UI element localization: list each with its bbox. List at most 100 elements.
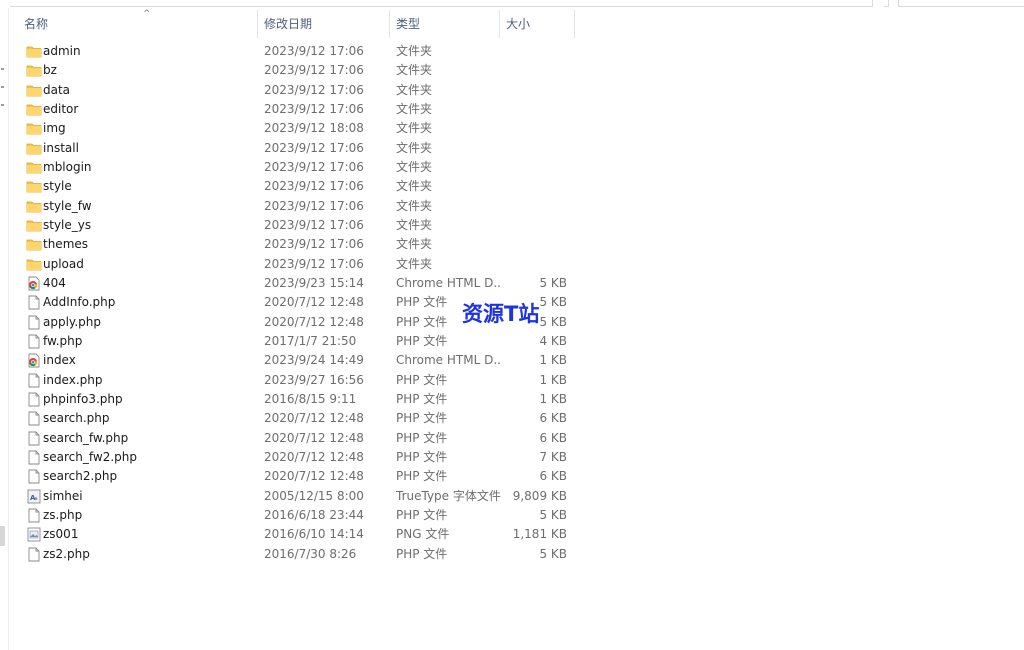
file-row[interactable]: search_fw2.php 2020/7/12 12:48 PHP 文件 7 KB bbox=[18, 448, 578, 467]
file-modified-date: 2023/9/12 17:06 bbox=[264, 82, 364, 97]
folder-icon bbox=[26, 121, 42, 136]
file-type: PHP 文件 bbox=[396, 546, 448, 561]
file-row[interactable]: fw.php 2017/1/7 21:50 PHP 文件 4 KB bbox=[18, 332, 578, 351]
file-row[interactable]: Aa simhei 2005/12/15 8:00 TrueType 字体文件 9,80… bbox=[18, 487, 578, 506]
column-header-name-label: 名称 bbox=[24, 17, 49, 31]
file-size: 5 KB bbox=[539, 546, 567, 561]
toolbar-divider bbox=[884, 0, 889, 7]
file-size: 5 KB bbox=[539, 507, 567, 522]
file-type: 文件夹 bbox=[396, 198, 433, 213]
file-row[interactable]: mblogin 2023/9/12 17:06 文件夹 bbox=[18, 158, 578, 177]
file-row[interactable]: bz 2023/9/12 17:06 文件夹 bbox=[18, 61, 578, 80]
file-type: PHP 文件 bbox=[396, 469, 448, 484]
file-size: 4 KB bbox=[539, 333, 567, 348]
file-row[interactable]: editor 2023/9/12 17:06 文件夹 bbox=[18, 100, 578, 119]
file-row[interactable]: 404 2023/9/23 15:14 Chrome HTML D... 5 KB bbox=[18, 274, 578, 293]
file-row[interactable]: img 2023/9/12 18:08 文件夹 bbox=[18, 119, 578, 138]
file-name: mblogin bbox=[43, 159, 92, 174]
file-type: PHP 文件 bbox=[396, 430, 448, 445]
file-name: search.php bbox=[43, 411, 110, 426]
file-modified-date: 2020/7/12 12:48 bbox=[264, 411, 364, 426]
file-type: PHP 文件 bbox=[396, 333, 448, 348]
file-type: 文件夹 bbox=[396, 101, 433, 116]
nav-expand-chevron-icon[interactable] bbox=[1, 86, 4, 88]
folder-icon bbox=[26, 63, 42, 78]
file-row[interactable]: style_fw 2023/9/12 17:06 文件夹 bbox=[18, 197, 578, 216]
file-name: zs.php bbox=[43, 507, 83, 522]
file-row[interactable]: install 2023/9/12 17:06 文件夹 bbox=[18, 139, 578, 158]
file-icon bbox=[26, 295, 42, 310]
folder-icon bbox=[26, 44, 42, 59]
file-modified-date: 2023/9/27 16:56 bbox=[264, 372, 364, 387]
file-modified-date: 2016/8/15 9:11 bbox=[264, 391, 357, 406]
file-row[interactable]: upload 2023/9/12 17:06 文件夹 bbox=[18, 255, 578, 274]
file-type: PHP 文件 bbox=[396, 372, 448, 387]
file-row[interactable]: data 2023/9/12 17:06 文件夹 bbox=[18, 81, 578, 100]
file-type: 文件夹 bbox=[396, 179, 433, 194]
file-size: 7 KB bbox=[539, 449, 567, 464]
file-name: style_fw bbox=[43, 198, 92, 213]
file-name: phpinfo3.php bbox=[43, 391, 123, 406]
svg-text:a: a bbox=[35, 496, 38, 502]
file-size: 1 KB bbox=[539, 372, 567, 387]
column-header-date-label: 修改日期 bbox=[264, 17, 313, 31]
file-row[interactable]: search_fw.php 2020/7/12 12:48 PHP 文件 6 KB bbox=[18, 429, 578, 448]
file-row[interactable]: style 2023/9/12 17:06 文件夹 bbox=[18, 177, 578, 196]
file-row[interactable]: zs2.php 2016/7/30 8:26 PHP 文件 5 KB bbox=[18, 545, 578, 564]
file-row[interactable]: index 2023/9/24 14:49 Chrome HTML D... 1 KB bbox=[18, 351, 578, 370]
file-type: 文件夹 bbox=[396, 159, 433, 174]
file-modified-date: 2023/9/23 15:14 bbox=[264, 275, 364, 290]
image-file-icon bbox=[26, 527, 42, 542]
file-modified-date: 2016/6/10 14:14 bbox=[264, 527, 364, 542]
font-file-icon: Aa bbox=[26, 489, 42, 504]
file-modified-date: 2005/12/15 8:00 bbox=[264, 488, 364, 503]
file-icon bbox=[26, 547, 42, 562]
file-row[interactable]: index.php 2023/9/27 16:56 PHP 文件 1 KB bbox=[18, 371, 578, 390]
file-type: 文件夹 bbox=[396, 63, 433, 78]
file-type: 文件夹 bbox=[396, 256, 433, 271]
column-header-size[interactable]: 大小 bbox=[500, 10, 575, 38]
file-icon bbox=[26, 508, 42, 523]
file-name: admin bbox=[43, 44, 81, 58]
file-modified-date: 2023/9/12 17:06 bbox=[264, 198, 364, 213]
file-icon bbox=[26, 431, 42, 446]
file-name: 404 bbox=[43, 275, 66, 290]
column-header-row: 名称 ^ 修改日期 类型 大小 bbox=[10, 9, 630, 38]
file-name: index.php bbox=[43, 372, 103, 387]
file-row[interactable]: search2.php 2020/7/12 12:48 PHP 文件 6 KB bbox=[18, 467, 578, 486]
file-name: search2.php bbox=[43, 469, 118, 484]
address-bar-edge[interactable] bbox=[10, 0, 873, 7]
nav-expand-chevron-icon[interactable] bbox=[1, 68, 4, 70]
file-row[interactable]: admin 2023/9/12 17:06 文件夹 bbox=[18, 42, 578, 61]
folder-icon bbox=[26, 218, 42, 233]
column-header-name[interactable]: 名称 bbox=[18, 10, 258, 38]
sort-ascending-icon: ^ bbox=[143, 9, 151, 19]
file-modified-date: 2023/9/12 17:06 bbox=[264, 217, 364, 232]
watermark-text: 资源T站 bbox=[462, 302, 540, 326]
file-icon bbox=[26, 450, 42, 465]
file-size: 6 KB bbox=[539, 411, 567, 426]
file-row[interactable]: search.php 2020/7/12 12:48 PHP 文件 6 KB bbox=[18, 409, 578, 428]
column-header-type[interactable]: 类型 bbox=[390, 10, 500, 38]
file-row[interactable]: style_ys 2023/9/12 17:06 文件夹 bbox=[18, 216, 578, 235]
file-row[interactable]: zs.php 2016/6/18 23:44 PHP 文件 5 KB bbox=[18, 506, 578, 525]
file-row[interactable]: themes 2023/9/12 17:06 文件夹 bbox=[18, 235, 578, 254]
file-modified-date: 2020/7/12 12:48 bbox=[264, 295, 364, 310]
file-type: 文件夹 bbox=[396, 82, 433, 97]
file-type: PHP 文件 bbox=[396, 449, 448, 464]
search-box-edge[interactable] bbox=[898, 0, 1024, 7]
nav-expand-chevron-icon[interactable] bbox=[1, 104, 4, 106]
file-type: 文件夹 bbox=[396, 121, 433, 136]
file-name: themes bbox=[43, 237, 89, 252]
file-modified-date: 2017/1/7 21:50 bbox=[264, 333, 357, 348]
file-name: style_ys bbox=[43, 217, 92, 232]
file-type: PHP 文件 bbox=[396, 411, 448, 426]
top-toolbar-edge bbox=[0, 0, 1024, 8]
file-row[interactable]: phpinfo3.php 2016/8/15 9:11 PHP 文件 1 KB bbox=[18, 390, 578, 409]
file-size: 1 KB bbox=[539, 353, 567, 368]
file-name: data bbox=[43, 82, 71, 97]
file-icon bbox=[26, 392, 42, 407]
nav-scrollbar-thumb[interactable] bbox=[0, 526, 5, 546]
column-header-date[interactable]: 修改日期 bbox=[258, 10, 390, 38]
file-row[interactable]: zs001 2016/6/10 14:14 PNG 文件 1,181 KB bbox=[18, 525, 578, 544]
